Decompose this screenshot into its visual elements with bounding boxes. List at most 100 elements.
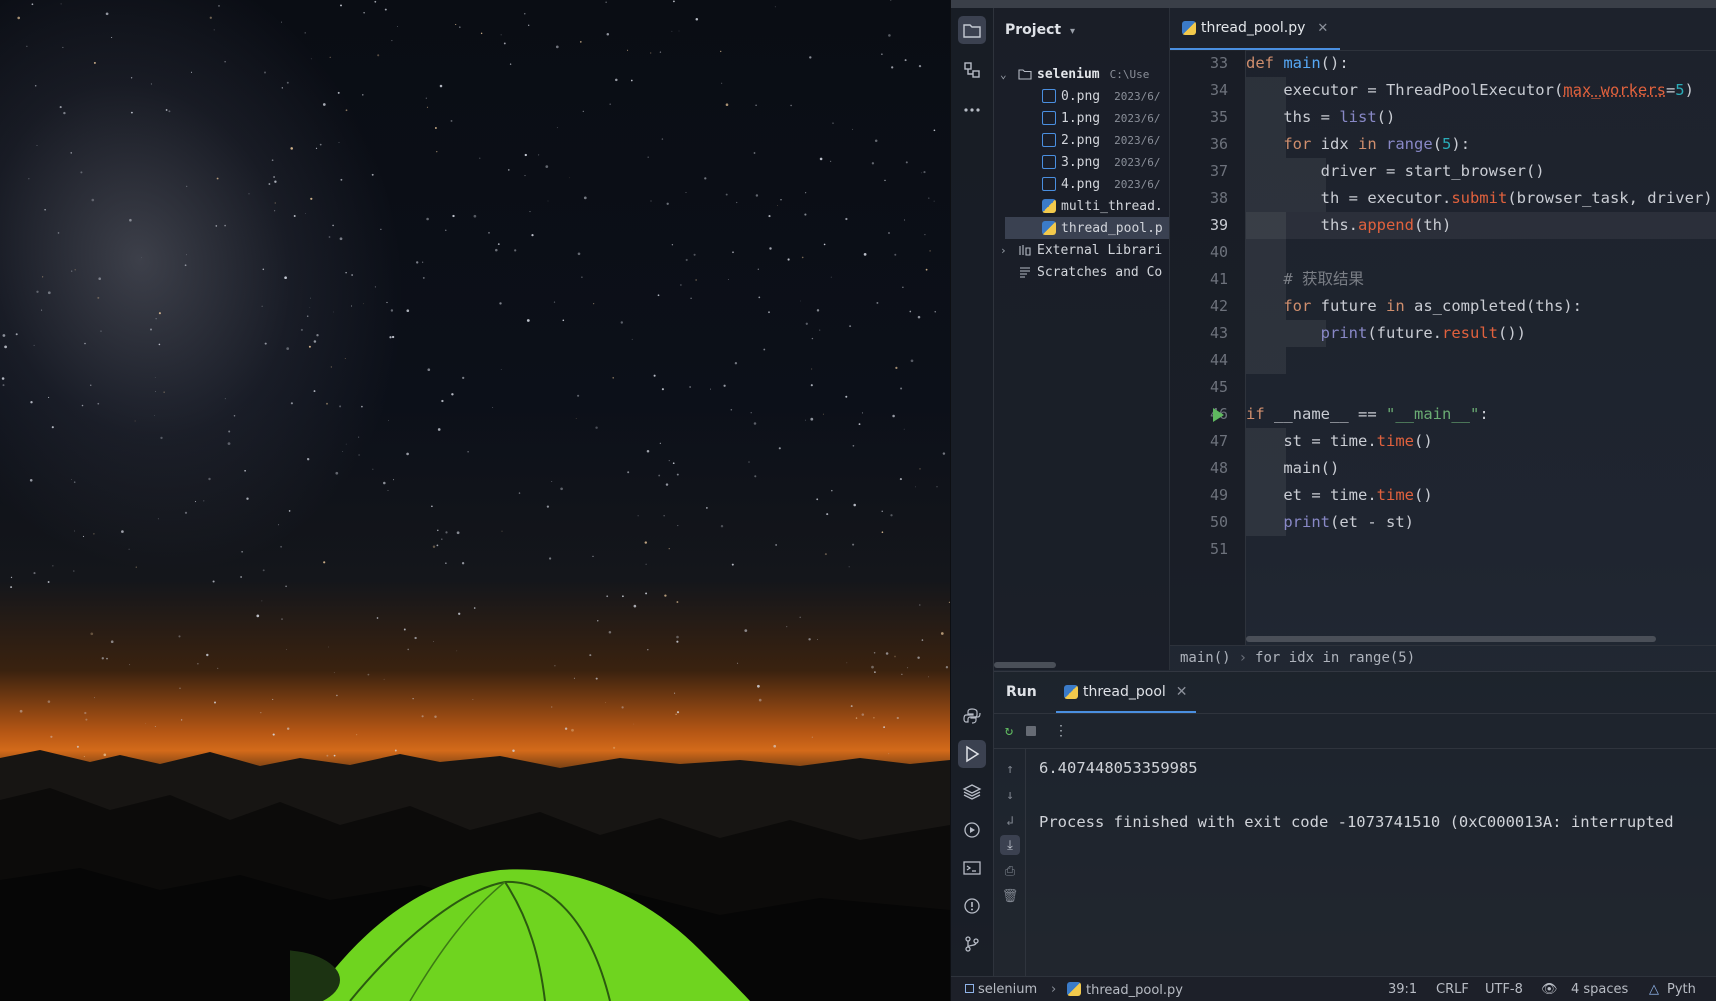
close-icon[interactable]: ✕	[1176, 684, 1188, 700]
tree-scratches[interactable]: Scratches and Co	[1018, 261, 1162, 283]
project-header[interactable]: Project ▾	[1005, 22, 1075, 38]
tree-file[interactable]: 4.png 2023/6/	[1042, 173, 1161, 195]
run-toolbar: ↻ ⋮	[994, 714, 1716, 749]
console-line: 6.407448053359985	[1039, 759, 1198, 777]
tree-file-selected[interactable]: thread_pool.p	[1005, 217, 1169, 239]
run-title: Run	[1006, 684, 1037, 700]
line-number: 50	[1209, 513, 1228, 531]
library-icon	[1019, 245, 1031, 256]
run-icon[interactable]	[958, 740, 986, 768]
file-date: 2023/6/	[1114, 89, 1161, 103]
line-number: 40	[1209, 243, 1228, 261]
desktop-wallpaper	[0, 0, 950, 1001]
editor-tab-thread-pool[interactable]: thread_pool.py ✕	[1170, 8, 1341, 50]
code-line: st = time.time()	[1246, 432, 1433, 450]
status-caret-position[interactable]: 39:1	[1388, 982, 1417, 997]
close-icon[interactable]: ✕	[1317, 21, 1328, 36]
python-console-icon[interactable]	[958, 702, 986, 730]
chevron-down-icon: ⌄	[1000, 67, 1007, 81]
scratches-icon	[1020, 267, 1030, 278]
structure-icon[interactable]	[958, 56, 986, 84]
line-number: 36	[1209, 135, 1228, 153]
external-libraries-label: External Librari	[1037, 242, 1163, 258]
scratches-label: Scratches and Co	[1037, 264, 1163, 280]
pycharm-window: Project ▾ ⌄ selenium C:\Use 0.png 2023/6…	[950, 0, 1716, 1001]
editor-tab-bar: thread_pool.py ✕	[1170, 8, 1716, 51]
status-path-file[interactable]: thread_pool.py	[1067, 982, 1183, 998]
status-line-separator[interactable]: CRLF	[1436, 982, 1469, 997]
line-number: 43	[1209, 324, 1228, 342]
root-folder-name: selenium	[1037, 66, 1100, 82]
soft-wrap-icon[interactable]: ↲	[1000, 811, 1020, 831]
status-indent[interactable]: 4 spaces	[1571, 982, 1628, 997]
trash-icon[interactable]: 🗑	[1000, 886, 1020, 906]
console-output[interactable]: 6.407448053359985 Process finished with …	[1039, 749, 1716, 977]
project-header-label: Project	[1005, 22, 1062, 38]
line-number: 45	[1209, 378, 1228, 396]
line-number: 51	[1209, 540, 1228, 558]
project-scrollbar[interactable]	[994, 662, 1056, 668]
code-line: driver = start_browser()	[1246, 162, 1545, 180]
module-icon	[965, 984, 974, 993]
image-file-icon	[1042, 133, 1056, 147]
arrow-up-icon[interactable]: ↑	[1000, 759, 1020, 779]
arrow-down-icon[interactable]: ↓	[1000, 785, 1020, 805]
tree-file[interactable]: 2.png 2023/6/	[1042, 129, 1161, 151]
stop-icon[interactable]	[1022, 722, 1040, 740]
breadcrumb-item[interactable]: main()	[1180, 650, 1231, 666]
tree-root-selenium[interactable]: ⌄ selenium C:\Use	[1000, 63, 1149, 85]
terminal-icon[interactable]	[958, 854, 986, 882]
status-bar: selenium › thread_pool.py 39:1 CRLF UTF-…	[951, 976, 1716, 1001]
line-number: 35	[1209, 108, 1228, 126]
layers-icon[interactable]	[958, 778, 986, 806]
more-vertical-icon[interactable]: ⋮	[1052, 722, 1070, 740]
breadcrumb-item[interactable]: for idx in range(5)	[1255, 650, 1415, 666]
status-interpreter[interactable]: Pyth	[1667, 982, 1696, 997]
folder-icon[interactable]	[958, 16, 986, 44]
file-name: 4.png	[1061, 176, 1101, 192]
run-gutter-icon[interactable]	[1213, 408, 1224, 422]
editor-horizontal-scrollbar[interactable]	[1246, 636, 1656, 642]
folder-icon	[1018, 69, 1032, 80]
tree-file[interactable]: 0.png 2023/6/	[1042, 85, 1161, 107]
tree-file[interactable]: 3.png 2023/6/	[1042, 151, 1161, 173]
line-number-gutter: 33 34 35 36 37 38 39 40 41 42 43 44 45 4…	[1170, 50, 1246, 645]
project-tool-window: Project ▾ ⌄ selenium C:\Use 0.png 2023/6…	[994, 8, 1170, 670]
problems-icon[interactable]	[958, 892, 986, 920]
tree-external-libraries[interactable]: › External Librari	[1000, 239, 1162, 261]
git-icon[interactable]	[958, 930, 986, 958]
line-number: 37	[1209, 162, 1228, 180]
image-file-icon	[1042, 89, 1056, 103]
code-editor[interactable]: def main(): executor = ThreadPoolExecuto…	[1246, 50, 1716, 645]
python-file-icon	[1182, 21, 1196, 35]
rerun-icon[interactable]: ↻	[1000, 722, 1018, 740]
root-folder-path: C:\Use	[1109, 67, 1150, 81]
status-path-root-label: selenium	[978, 982, 1038, 997]
file-date: 2023/6/	[1114, 111, 1161, 125]
tree-file[interactable]: 1.png 2023/6/	[1042, 107, 1161, 129]
file-name: multi_thread.	[1061, 198, 1163, 214]
status-path-root[interactable]: selenium	[965, 982, 1037, 997]
interpreter-icon: △	[1649, 982, 1659, 997]
eye-icon[interactable]: 👁	[1541, 982, 1558, 997]
file-name: 3.png	[1061, 154, 1101, 170]
console-line: Process finished with exit code -1073741…	[1039, 813, 1674, 831]
chevron-down-icon: ▾	[1069, 26, 1075, 37]
tree-file[interactable]: multi_thread.	[1042, 195, 1163, 217]
file-name: 2.png	[1061, 132, 1101, 148]
scroll-to-end-icon[interactable]: ⤓	[1000, 835, 1020, 855]
run-tab-thread-pool[interactable]: thread_pool ✕	[1056, 672, 1196, 713]
file-date: 2023/6/	[1114, 177, 1161, 191]
print-icon[interactable]: ⎙	[1000, 861, 1020, 881]
python-file-icon	[1042, 199, 1056, 213]
breadcrumb: main() › for idx in range(5)	[1170, 645, 1716, 670]
line-number: 47	[1209, 432, 1228, 450]
tool-window-strip	[951, 8, 994, 976]
code-line: main()	[1246, 459, 1340, 477]
line-number: 49	[1209, 486, 1228, 504]
status-encoding[interactable]: UTF-8	[1485, 982, 1523, 997]
code-line: # 获取结果	[1283, 270, 1364, 288]
more-icon[interactable]	[958, 96, 986, 124]
run-side-toolbar: ↑ ↓ ↲ ⤓ ⎙ 🗑	[994, 749, 1026, 977]
services-icon[interactable]	[958, 816, 986, 844]
